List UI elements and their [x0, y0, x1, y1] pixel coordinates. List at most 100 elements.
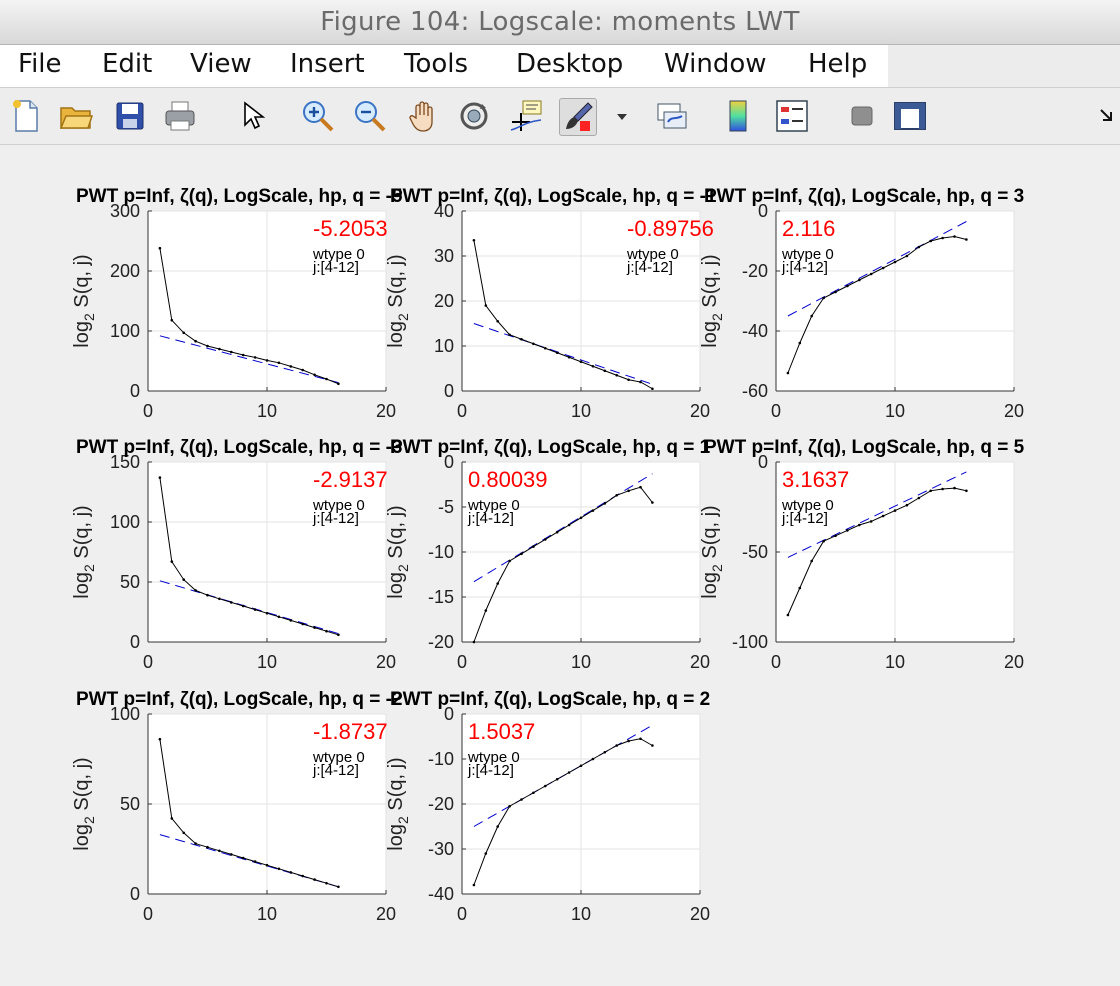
- subplot-title: PWT p=Inf, ζ(q), LogScale, hp, q = -1: [390, 186, 717, 207]
- data-point: [265, 863, 269, 867]
- data-point: [555, 351, 559, 355]
- pointer-icon[interactable]: [234, 98, 270, 134]
- data-point: [615, 494, 618, 497]
- new-figure-icon[interactable]: [8, 98, 44, 134]
- data-point: [277, 361, 281, 365]
- data-point: [277, 615, 281, 619]
- data-point: [241, 856, 245, 860]
- y-tick-label: -100: [732, 632, 768, 652]
- x-tick-label: 20: [690, 401, 710, 421]
- y-tick-label: 0: [130, 632, 140, 652]
- data-point: [253, 356, 257, 359]
- x-tick-label: 10: [885, 652, 905, 672]
- data-point: [182, 578, 185, 581]
- rotate-3d-icon[interactable]: [456, 98, 492, 134]
- y-tick-label: -20: [742, 261, 768, 281]
- slope-value: -1.8737: [313, 719, 388, 744]
- zoom-out-icon[interactable]: [352, 98, 388, 134]
- menu-window[interactable]: Window: [664, 49, 767, 79]
- subplot-title: PWT p=Inf, ζ(q), LogScale, hp, q = 3: [704, 186, 1024, 207]
- data-point: [313, 878, 316, 881]
- open-file-icon[interactable]: [58, 98, 94, 134]
- data-point: [905, 503, 909, 507]
- data-point: [265, 611, 269, 615]
- hide-plot-tools-icon[interactable]: [844, 98, 880, 134]
- data-point: [472, 238, 476, 242]
- data-point: [591, 757, 595, 761]
- subplot-6: 0 10 20-100-5003.1637wtype 0j:[4-12]log2 S…: [699, 437, 1025, 672]
- legend-icon[interactable]: [774, 98, 810, 134]
- data-point: [941, 236, 944, 240]
- y-tick-label: 10: [434, 336, 454, 356]
- y-tick-label: -20: [428, 632, 454, 652]
- data-point: [555, 530, 559, 534]
- link-plot-icon[interactable]: [654, 98, 690, 134]
- data-point: [834, 290, 837, 294]
- data-point: [627, 739, 630, 743]
- data-point: [567, 771, 571, 774]
- y-axis-label: log2 S(q, j): [71, 757, 97, 850]
- data-point: [544, 784, 547, 788]
- slope-value: 1.5037: [468, 719, 535, 744]
- data-point: [484, 609, 488, 612]
- data-point: [253, 860, 257, 863]
- menu-insert[interactable]: Insert: [290, 49, 365, 79]
- menu-file[interactable]: File: [18, 49, 62, 79]
- menu-help[interactable]: Help: [808, 49, 867, 79]
- data-point: [786, 613, 790, 617]
- data-point: [520, 552, 523, 556]
- pan-hand-icon[interactable]: [406, 98, 442, 134]
- slope-value: 2.116: [782, 216, 835, 241]
- dock-arrow-icon[interactable]: [1090, 98, 1116, 134]
- show-plot-tools-icon[interactable]: [892, 98, 928, 134]
- brush-icon[interactable]: [559, 98, 597, 136]
- y-axis-label: log2 S(q, j): [699, 505, 725, 598]
- colorbar-icon[interactable]: [720, 98, 756, 134]
- data-point: [484, 852, 488, 855]
- data-point: [639, 380, 642, 384]
- data-point: [591, 509, 595, 512]
- data-point: [798, 341, 802, 345]
- subplot-3: 0 10 20-60-40-2002.116wtype 0j:[4-12]log2 …: [699, 186, 1024, 421]
- data-point: [544, 346, 547, 350]
- y-tick-label: -60: [742, 381, 768, 401]
- data-point: [929, 489, 932, 493]
- menu-edit[interactable]: Edit: [102, 49, 152, 79]
- scale-range-label: j:[4-12]: [467, 762, 514, 779]
- save-icon[interactable]: [112, 98, 148, 134]
- data-point: [651, 387, 654, 391]
- data-point: [508, 333, 511, 337]
- data-point: [206, 593, 209, 597]
- y-tick-label: -10: [428, 542, 454, 562]
- y-tick-label: -50: [742, 542, 768, 562]
- data-point: [846, 284, 849, 288]
- data-point: [917, 245, 921, 249]
- data-point: [194, 842, 197, 845]
- zoom-in-icon[interactable]: [300, 98, 336, 134]
- data-point: [941, 487, 944, 491]
- subplots-canvas: 0 10 200100200300-5.2053wtype 0j:[4-12]log…: [71, 186, 1025, 924]
- slope-value: 3.1637: [782, 467, 849, 492]
- toolbar: [0, 88, 1120, 145]
- data-point: [313, 626, 316, 629]
- scale-range-label: j:[4-12]: [312, 762, 359, 779]
- data-point: [170, 817, 174, 820]
- data-cursor-icon[interactable]: [508, 98, 544, 134]
- subplot-title: PWT p=Inf, ζ(q), LogScale, hp, q = 1: [390, 437, 711, 458]
- menu-tools[interactable]: Tools: [404, 49, 468, 79]
- data-point: [241, 353, 245, 357]
- data-point: [325, 377, 328, 381]
- x-tick-label: 0: [457, 652, 467, 672]
- menu-desktop[interactable]: Desktop: [516, 49, 623, 79]
- data-point: [532, 342, 535, 346]
- data-point: [603, 750, 607, 754]
- dropdown-arrow-icon[interactable]: [604, 98, 628, 134]
- print-icon[interactable]: [162, 98, 198, 134]
- data-point: [905, 254, 909, 258]
- y-tick-label: 0: [130, 884, 140, 904]
- data-point: [639, 737, 642, 741]
- data-point: [230, 601, 233, 604]
- menu-view[interactable]: View: [190, 49, 252, 79]
- data-point: [230, 350, 233, 354]
- data-point: [206, 845, 209, 849]
